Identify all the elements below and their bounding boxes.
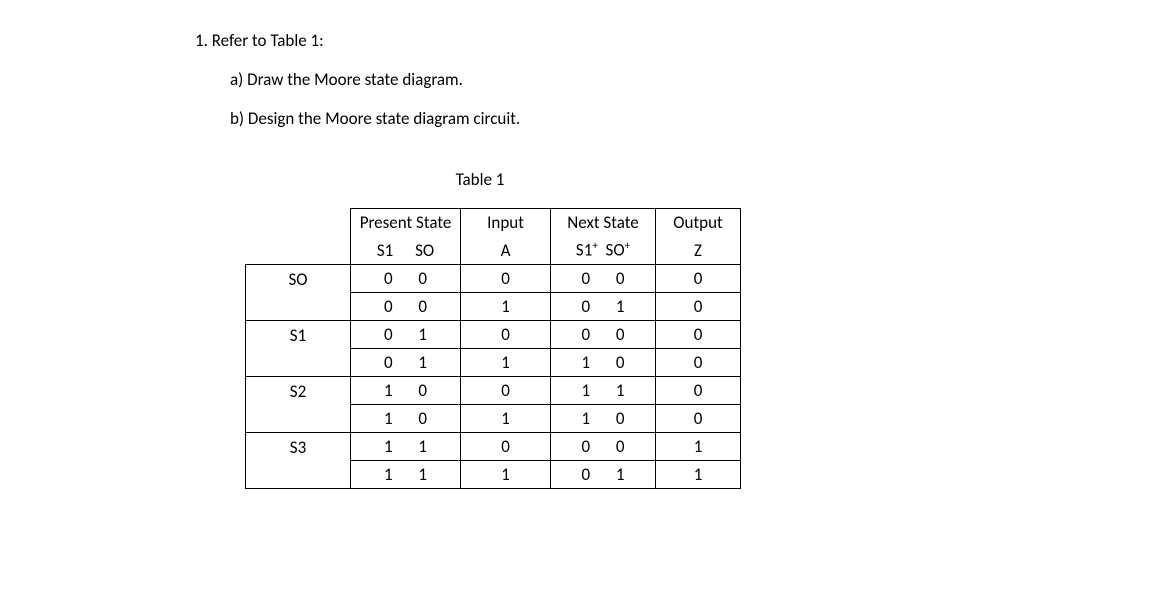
table-caption: Table 1 [245,169,715,190]
present-state-cell: 0 0 [351,293,461,321]
header-present-state: Present State [351,209,461,237]
next-state-cell: 1 1 [551,377,656,405]
state-table: Present State Input Next State Output S1… [245,208,741,489]
output-cell: 0 [656,265,741,293]
next-state-cell: 0 0 [551,265,656,293]
output-cell: 0 [656,377,741,405]
state-label [246,461,351,489]
next-state-cell: 0 0 [551,321,656,349]
input-cell: 1 [461,293,551,321]
header-output: Output [656,209,741,237]
present-state-cell: 0 1 [351,321,461,349]
state-label [246,349,351,377]
input-cell: 0 [461,377,551,405]
header-input: Input [461,209,551,237]
output-cell: 0 [656,293,741,321]
state-label [246,293,351,321]
present-state-cell: 1 0 [351,405,461,433]
input-cell: 1 [461,349,551,377]
state-label: S1 [246,321,351,349]
input-cell: 1 [461,405,551,433]
header-next-state: Next State [551,209,656,237]
present-state-cell: 0 0 [351,265,461,293]
present-state-cell: 1 1 [351,461,461,489]
next-state-cell: 1 0 [551,405,656,433]
question-number: 1. Refer to Table 1: [195,30,1170,51]
next-state-cell: 0 1 [551,461,656,489]
next-state-cell: 1 0 [551,349,656,377]
header-ps-sub: S1 SO [351,237,461,265]
header-ns-sub: S1+ SO+ [551,237,656,265]
next-state-cell: 0 1 [551,293,656,321]
output-cell: 1 [656,433,741,461]
input-cell: 0 [461,265,551,293]
present-state-cell: 1 1 [351,433,461,461]
input-cell: 0 [461,433,551,461]
state-label: S3 [246,433,351,461]
output-cell: 0 [656,405,741,433]
state-label: SO [246,265,351,293]
output-cell: 1 [656,461,741,489]
question-part-a: a) Draw the Moore state diagram. [230,69,1170,90]
present-state-cell: 0 1 [351,349,461,377]
output-cell: 0 [656,321,741,349]
next-state-cell: 0 0 [551,433,656,461]
input-cell: 0 [461,321,551,349]
output-cell: 0 [656,349,741,377]
state-label [246,405,351,433]
present-state-cell: 1 0 [351,377,461,405]
header-output-sub: Z [656,237,741,265]
input-cell: 1 [461,461,551,489]
question-part-b: b) Design the Moore state diagram circui… [230,108,1170,129]
state-label: S2 [246,377,351,405]
header-input-sub: A [461,237,551,265]
